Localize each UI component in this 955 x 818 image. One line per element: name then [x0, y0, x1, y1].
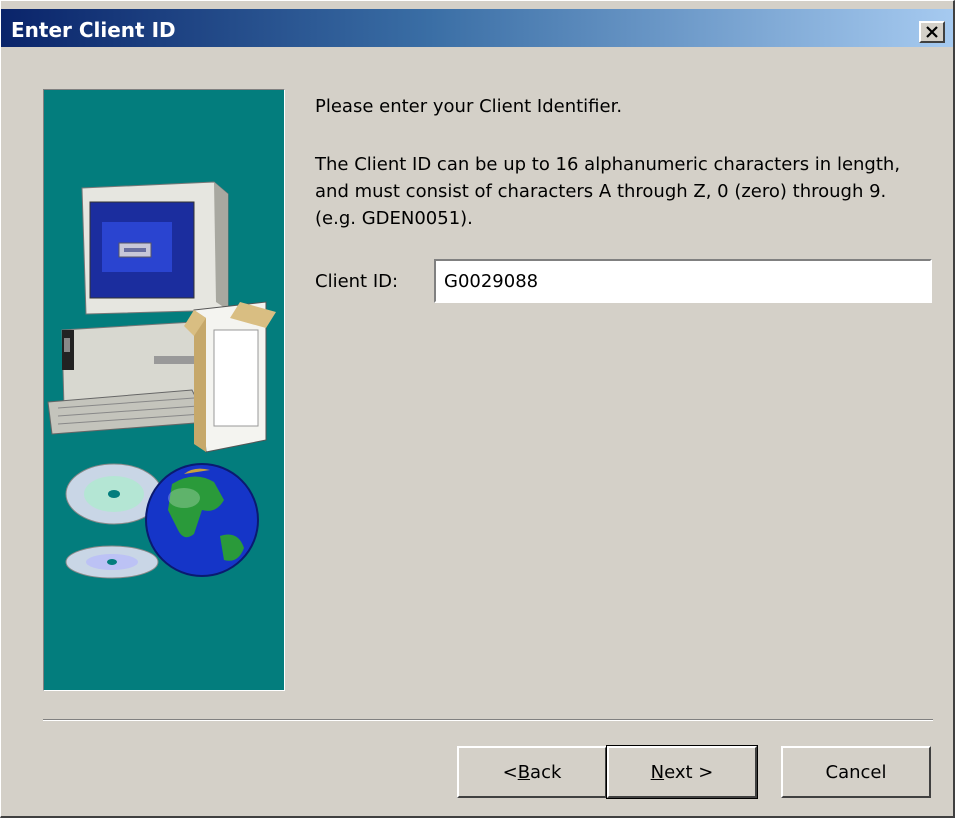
back-button-prefix: < — [502, 761, 518, 783]
back-button[interactable]: < Back — [457, 746, 607, 798]
close-button[interactable] — [919, 21, 945, 43]
next-button-mnemonic: N — [650, 761, 665, 783]
wizard-side-panel — [43, 89, 285, 691]
dialog-window: Enter Client ID Please enter your Client… — [0, 0, 955, 818]
computer-illustration-icon — [47, 181, 276, 579]
cancel-button[interactable]: Cancel — [781, 746, 931, 798]
dialog-title: Enter Client ID — [11, 18, 176, 42]
separator-line — [43, 719, 933, 721]
client-id-description: The Client ID can be up to 16 alphanumer… — [315, 154, 901, 229]
title-bar[interactable]: Enter Client ID — [1, 9, 953, 47]
next-button[interactable]: Next > — [606, 745, 758, 799]
back-button-mnemonic: B — [517, 761, 531, 783]
back-button-suffix: ack — [530, 761, 562, 783]
next-button-suffix: ext > — [664, 761, 714, 783]
cancel-button-label: Cancel — [825, 761, 887, 783]
close-x-icon — [926, 26, 938, 38]
prompt-text: Please enter your Client Identifier. — [315, 96, 623, 117]
client-id-label: Client ID: — [315, 271, 399, 292]
client-id-input[interactable] — [434, 259, 932, 303]
